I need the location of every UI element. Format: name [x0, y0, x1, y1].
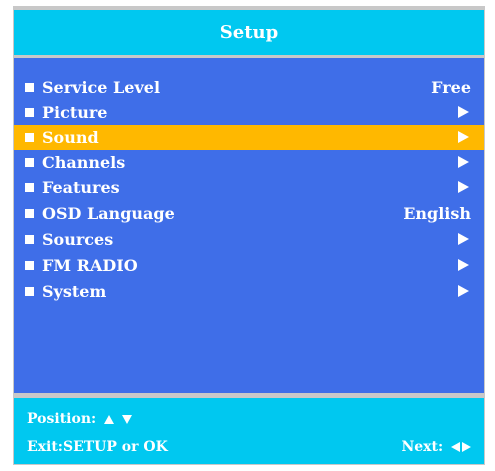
arrow-up-icon — [104, 414, 115, 424]
submenu-arrow-icon — [458, 181, 469, 193]
menu-item-label: Picture — [42, 103, 108, 122]
menu-item-channels[interactable]: Channels — [14, 150, 484, 175]
menu-item-fm-radio[interactable]: FM RADIO — [14, 253, 484, 278]
position-hint: Position: — [27, 410, 132, 428]
menu-item-service-level[interactable]: Service Level Free — [14, 75, 484, 100]
setup-menu-list: Service Level Free Picture Sound Channel… — [14, 58, 484, 393]
menu-item-features[interactable]: Features — [14, 175, 484, 200]
arrow-left-icon — [451, 442, 460, 452]
submenu-arrow-icon — [458, 233, 469, 245]
menu-item-label: FM RADIO — [42, 256, 138, 275]
help-footer: Position: Exit:SETUP or OK Next: — [14, 398, 484, 464]
menu-item-picture[interactable]: Picture — [14, 100, 484, 125]
arrow-down-icon — [121, 414, 132, 424]
submenu-arrow-icon — [458, 106, 469, 118]
menu-item-label: Features — [42, 178, 120, 197]
next-hint: Next: — [401, 438, 471, 456]
menu-item-label: Service Level — [42, 78, 161, 97]
bullet-icon — [25, 209, 34, 218]
exit-hint: Exit:SETUP or OK — [27, 438, 168, 456]
menu-item-label: System — [42, 282, 107, 301]
bullet-icon — [25, 158, 34, 167]
submenu-arrow-icon — [458, 131, 469, 143]
bullet-icon — [25, 183, 34, 192]
position-hint-label: Position: — [27, 411, 97, 427]
menu-item-sound[interactable]: Sound — [14, 125, 484, 150]
bullet-icon — [25, 261, 34, 270]
menu-item-value: Free — [431, 78, 471, 97]
menu-item-osd-language[interactable]: OSD Language English — [14, 201, 484, 226]
submenu-arrow-icon — [458, 156, 469, 168]
exit-hint-keys: SETUP or OK — [62, 439, 168, 455]
submenu-arrow-icon — [458, 285, 469, 297]
bullet-icon — [25, 108, 34, 117]
setup-osd-window: Setup Service Level Free Picture Sound C… — [13, 6, 485, 465]
menu-item-label: Channels — [42, 153, 126, 172]
menu-item-system[interactable]: System — [14, 279, 484, 304]
next-hint-label: Next: — [401, 439, 444, 455]
bullet-icon — [25, 83, 34, 92]
bullet-icon — [25, 133, 34, 142]
menu-item-label: Sources — [42, 230, 114, 249]
bullet-icon — [25, 287, 34, 296]
menu-item-label: Sound — [42, 128, 99, 147]
menu-item-label: OSD Language — [42, 204, 175, 223]
arrow-right-icon — [462, 442, 471, 452]
bullet-icon — [25, 235, 34, 244]
menu-title: Setup — [14, 10, 484, 55]
submenu-arrow-icon — [458, 259, 469, 271]
menu-item-value: English — [403, 204, 471, 223]
menu-item-sources[interactable]: Sources — [14, 227, 484, 252]
exit-hint-label: Exit: — [27, 439, 63, 455]
